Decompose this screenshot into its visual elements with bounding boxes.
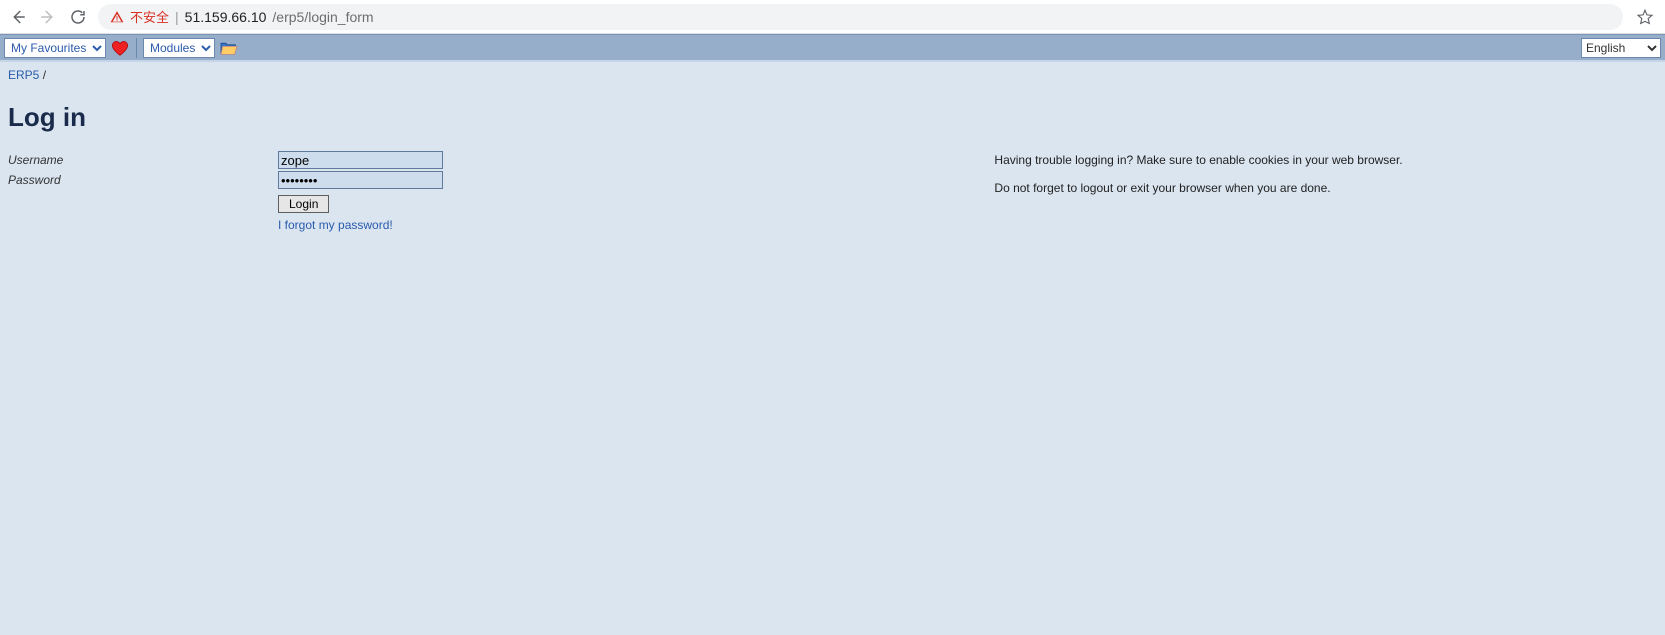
breadcrumb: ERP5 /	[0, 62, 1665, 88]
breadcrumb-root-link[interactable]: ERP5	[8, 68, 39, 82]
address-separator: |	[175, 9, 179, 25]
back-button[interactable]	[8, 7, 28, 27]
login-button-row: Login	[278, 195, 964, 213]
reload-button[interactable]	[68, 7, 88, 27]
username-input[interactable]	[278, 151, 443, 169]
help-column: Having trouble logging in? Make sure to …	[994, 151, 1657, 232]
page-body: ERP5 / Log in Username Password Login I …	[0, 62, 1665, 635]
login-form: Username Password Login I forgot my pass…	[8, 151, 964, 232]
url-path: /erp5/login_form	[272, 9, 373, 25]
password-row: Password	[8, 171, 964, 189]
erp5-toolbar: My Favourites Modules English	[0, 34, 1665, 62]
heart-icon[interactable]	[110, 38, 130, 58]
favourites-select[interactable]: My Favourites	[4, 38, 106, 58]
star-icon	[1636, 8, 1654, 26]
modules-select[interactable]: Modules	[143, 38, 215, 58]
language-select[interactable]: English	[1581, 38, 1661, 58]
page-title: Log in	[0, 88, 1665, 151]
breadcrumb-separator: /	[43, 68, 46, 82]
url-host: 51.159.66.10	[185, 9, 267, 25]
password-label: Password	[8, 173, 278, 187]
forgot-password-link[interactable]: I forgot my password!	[278, 218, 393, 232]
forgot-link-row: I forgot my password!	[278, 217, 964, 232]
arrow-right-icon	[39, 8, 57, 26]
arrow-left-icon	[9, 8, 27, 26]
toolbar-divider	[136, 38, 137, 58]
content-row: Username Password Login I forgot my pass…	[0, 151, 1665, 232]
reload-icon	[69, 8, 87, 26]
address-bar[interactable]: 不安全 | 51.159.66.10/erp5/login_form	[98, 4, 1623, 30]
login-button[interactable]: Login	[278, 195, 329, 213]
bookmark-button[interactable]	[1633, 8, 1657, 26]
help-text-cookies: Having trouble logging in? Make sure to …	[994, 151, 1657, 169]
username-label: Username	[8, 153, 278, 167]
insecure-label: 不安全	[130, 7, 169, 26]
folder-open-icon[interactable]	[219, 38, 239, 58]
username-row: Username	[8, 151, 964, 169]
browser-chrome: 不安全 | 51.159.66.10/erp5/login_form	[0, 0, 1665, 34]
help-text-logout: Do not forget to logout or exit your bro…	[994, 179, 1657, 197]
insecure-warning-icon	[110, 10, 124, 24]
password-input[interactable]	[278, 171, 443, 189]
forward-button[interactable]	[38, 7, 58, 27]
